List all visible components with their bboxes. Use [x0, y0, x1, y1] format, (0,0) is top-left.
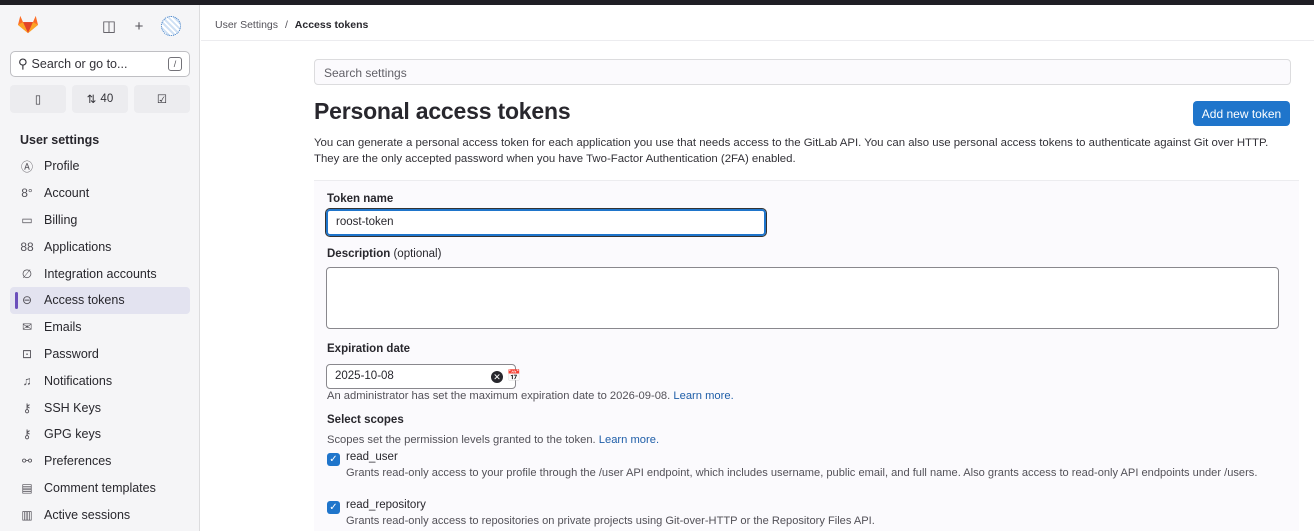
- sidebar-item-applications[interactable]: 88 Applications: [10, 233, 190, 260]
- sidebar-counts: ▯ ⇅ 40 ☑: [10, 85, 190, 113]
- sidebar-item-label: Applications: [44, 239, 112, 254]
- sidebar-item-gpg-keys[interactable]: ⚷ GPG keys: [10, 421, 190, 448]
- sidebar-item-label: GPG keys: [44, 427, 101, 442]
- scope-desc-read-repository: Grants read-only access to repositories …: [346, 515, 875, 527]
- sidebar-header-actions: ◫ +: [101, 16, 181, 36]
- scope-checkbox-read-repository[interactable]: ✓: [327, 501, 340, 514]
- sidebar-item-preferences[interactable]: ⚯ Preferences: [10, 448, 190, 475]
- sidebar-item-ssh-keys[interactable]: ⚷ SSH Keys: [10, 394, 190, 421]
- token-name-input[interactable]: roost-token: [325, 208, 767, 237]
- scopes-learn-more-link[interactable]: Learn more.: [599, 434, 659, 446]
- integration-icon: ∅: [21, 266, 33, 281]
- expiration-help-text: An administrator has set the maximum exp…: [327, 390, 671, 402]
- sidebar-item-profile[interactable]: Ⓐ Profile: [10, 153, 190, 180]
- comment-icon: ▤: [21, 480, 33, 495]
- expiration-date-label: Expiration date: [327, 343, 411, 355]
- add-new-token-button[interactable]: Add new token: [1193, 101, 1290, 126]
- page-title: Personal access tokens: [314, 98, 571, 124]
- sidebar-item-label: Integration accounts: [44, 266, 157, 281]
- expiration-help: An administrator has set the maximum exp…: [327, 390, 734, 402]
- expiration-date-input[interactable]: 2025-10-08 ✕ 📅: [326, 364, 521, 389]
- scopes-help: Scopes set the permission levels granted…: [327, 434, 659, 446]
- sidebar-item-label: Active sessions: [44, 507, 131, 522]
- page-description-line-2: They are the only accepted password when…: [314, 152, 796, 165]
- sidebar-item-label: Account: [44, 186, 90, 201]
- search-icon: ⚲: [18, 56, 28, 71]
- new-token-form: Token name roost-token Description (opti…: [314, 180, 1299, 531]
- sidebar-item-label: Access tokens: [44, 293, 125, 308]
- sidebar-item-account[interactable]: 8° Account: [10, 180, 190, 207]
- sidebar-item-label: Profile: [44, 159, 80, 174]
- preferences-icon: ⚯: [21, 454, 33, 469]
- sidebar-header: ◫ +: [0, 5, 199, 45]
- issues-count-button[interactable]: ▯: [10, 85, 66, 113]
- sidebar-item-label: Emails: [44, 320, 82, 335]
- sidebar-item-label: Password: [44, 346, 99, 361]
- sidebar-search-label: Search or go to...: [31, 57, 128, 71]
- sidebar-toggle-icon[interactable]: ◫: [101, 18, 117, 35]
- clear-date-icon[interactable]: ✕: [491, 371, 503, 383]
- sidebar: ◫ + ⚲ Search or go to... / ▯ ⇅ 40 ☑ User…: [0, 5, 200, 531]
- sidebar-item-label: Billing: [44, 212, 78, 227]
- sidebar-item-integration-accounts[interactable]: ∅ Integration accounts: [10, 260, 190, 287]
- sidebar-section-title: User settings: [20, 133, 100, 147]
- calendar-icon[interactable]: 📅: [507, 369, 521, 382]
- gitlab-logo-icon[interactable]: [17, 14, 39, 34]
- breadcrumb-parent[interactable]: User Settings: [215, 19, 278, 31]
- keyboard-shortcut-badge: /: [168, 57, 182, 71]
- sidebar-item-emails[interactable]: ✉ Emails: [10, 314, 190, 341]
- sessions-icon: ▥: [21, 507, 33, 522]
- sidebar-nav: Ⓐ Profile 8° Account ▭ Billing 88 Applications ∅…: [10, 153, 190, 528]
- token-icon: ⊖: [21, 293, 33, 308]
- todos-count-button[interactable]: ☑: [134, 85, 190, 113]
- lock-icon: ⊡: [21, 346, 33, 361]
- bell-icon: ♫: [22, 373, 32, 388]
- scope-name-read-user[interactable]: read_user: [346, 451, 398, 463]
- scopes-help-text: Scopes set the permission levels granted…: [327, 434, 596, 446]
- scope-checkbox-read-user[interactable]: ✓: [327, 453, 340, 466]
- sidebar-item-notifications[interactable]: ♫ Notifications: [10, 367, 190, 394]
- user-avatar[interactable]: [161, 16, 181, 36]
- expiration-date-value: 2025-10-08: [335, 370, 394, 382]
- applications-icon: 88: [20, 239, 34, 254]
- merge-requests-count: 40: [100, 93, 114, 105]
- select-scopes-label: Select scopes: [327, 414, 404, 426]
- sidebar-item-billing[interactable]: ▭ Billing: [10, 207, 190, 234]
- description-optional-hint: (optional): [393, 248, 442, 260]
- profile-icon: Ⓐ: [20, 159, 33, 174]
- merge-requests-count-button[interactable]: ⇅ 40: [72, 85, 128, 113]
- account-icon: 8°: [21, 186, 33, 201]
- breadcrumb-current: Access tokens: [294, 19, 369, 31]
- issues-icon: ▯: [34, 94, 42, 106]
- sidebar-item-active-sessions[interactable]: ▥ Active sessions: [10, 501, 190, 528]
- breadcrumb: User Settings / Access tokens: [215, 19, 368, 31]
- sidebar-item-label: Notifications: [44, 373, 113, 388]
- expiration-learn-more-link[interactable]: Learn more.: [673, 390, 733, 402]
- todo-icon: ☑: [156, 94, 168, 106]
- description-label-text: Description: [327, 248, 391, 260]
- sidebar-item-password[interactable]: ⊡ Password: [10, 341, 190, 368]
- scope-desc-read-user: Grants read-only access to your profile …: [346, 467, 1258, 479]
- sidebar-item-label: Comment templates: [44, 480, 156, 495]
- sidebar-item-label: SSH Keys: [44, 400, 101, 415]
- token-name-label: Token name: [327, 193, 394, 205]
- page-description: You can generate a personal access token…: [314, 136, 1299, 167]
- sidebar-item-access-tokens[interactable]: ⊖ Access tokens: [10, 286, 190, 314]
- key-icon: ⚷: [22, 427, 32, 442]
- merge-request-icon: ⇅: [86, 94, 97, 106]
- header-divider: [201, 40, 1314, 41]
- description-label: Description (optional): [327, 248, 441, 260]
- scope-name-read-repository[interactable]: read_repository: [346, 499, 426, 511]
- create-new-icon[interactable]: +: [131, 18, 147, 35]
- search-settings-input[interactable]: Search settings: [314, 59, 1291, 85]
- mail-icon: ✉: [21, 320, 33, 335]
- billing-icon: ▭: [21, 212, 33, 227]
- sidebar-search-button[interactable]: ⚲ Search or go to... /: [10, 51, 190, 77]
- description-textarea[interactable]: [326, 267, 1279, 329]
- sidebar-item-comment-templates[interactable]: ▤ Comment templates: [10, 475, 190, 502]
- sidebar-item-label: Preferences: [44, 454, 112, 469]
- page-description-line-1: You can generate a personal access token…: [314, 137, 1269, 149]
- key-icon: ⚷: [22, 400, 32, 415]
- breadcrumb-separator: /: [284, 19, 288, 31]
